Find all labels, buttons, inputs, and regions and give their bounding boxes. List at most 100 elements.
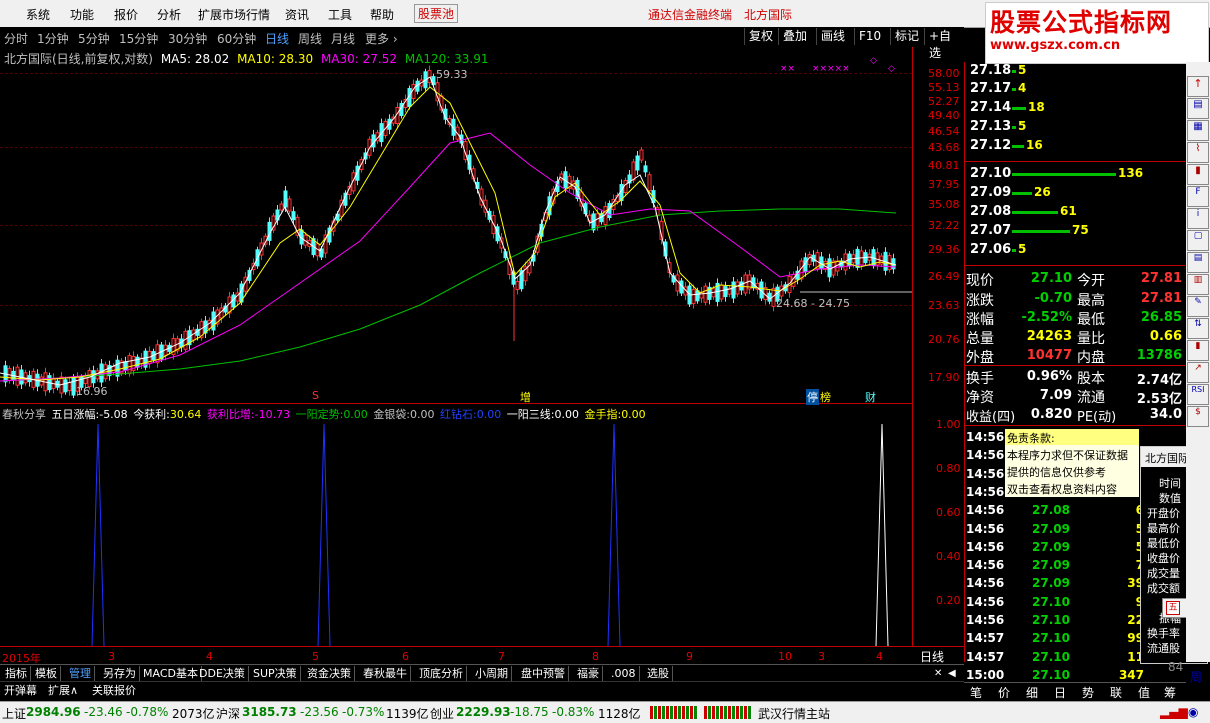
tool-icon[interactable]: ✎ bbox=[1187, 296, 1209, 317]
bottom-row2 bbox=[0, 681, 964, 698]
quote-label: 量比 bbox=[1077, 331, 1105, 347]
period-more[interactable]: 更多 › bbox=[365, 30, 398, 47]
marker-zeng[interactable]: 增 bbox=[520, 389, 531, 405]
compare-icon[interactable]: ⇅ bbox=[1187, 318, 1209, 339]
bottom-tab[interactable]: 选股 bbox=[644, 666, 673, 681]
danmu-button[interactable]: 开弹幕 bbox=[4, 682, 37, 698]
table-icon[interactable]: ▤ bbox=[1187, 252, 1209, 273]
line-chart-icon[interactable]: ⌇ bbox=[1187, 142, 1209, 163]
period-30min[interactable]: 30分钟 bbox=[168, 30, 207, 47]
stock-pool-button[interactable]: 股票池 bbox=[414, 4, 459, 23]
sz-label[interactable]: 沪深 bbox=[216, 705, 240, 722]
up-arrow-icon[interactable]: ↑ bbox=[1187, 76, 1209, 97]
list-icon[interactable]: ▤ bbox=[1187, 98, 1209, 119]
extend-button[interactable]: 扩展∧ bbox=[48, 682, 78, 698]
period-fenshi[interactable]: 分时 bbox=[4, 30, 28, 47]
buy-price[interactable]: 27.07 bbox=[970, 223, 1011, 238]
marker-s[interactable]: S bbox=[312, 389, 319, 402]
bottom-tab[interactable]: .008 bbox=[608, 666, 640, 681]
tab-xi[interactable]: 细 bbox=[1026, 684, 1038, 701]
bottom-tab[interactable]: 资金决策 bbox=[304, 666, 355, 681]
x-month-label: 5 bbox=[312, 650, 319, 663]
doc-icon[interactable]: ▢ bbox=[1187, 230, 1209, 251]
sell-price[interactable]: 27.17 bbox=[970, 81, 1011, 96]
sell-price[interactable]: 27.14 bbox=[970, 100, 1011, 115]
bottom-tab[interactable]: MACD基本 bbox=[140, 666, 202, 681]
bottom-tab[interactable]: 小周期 bbox=[472, 666, 512, 681]
bottom-tab[interactable]: 模板 bbox=[32, 666, 61, 681]
marker-cai[interactable]: 财 bbox=[865, 389, 876, 405]
bottom-tab[interactable]: SUP决策 bbox=[250, 666, 301, 681]
bottom-tab[interactable]: 春秋最牛 bbox=[360, 666, 411, 681]
tab-bi[interactable]: 笔 bbox=[970, 684, 982, 701]
bottom-tab[interactable]: 管理 bbox=[66, 666, 95, 681]
menu-extended-market[interactable]: 扩展市场行情 bbox=[198, 6, 270, 23]
bottom-tab[interactable]: 另存为 bbox=[100, 666, 140, 681]
close-icon[interactable]: ✕ bbox=[934, 668, 942, 679]
quote-value: 34.0 bbox=[1149, 407, 1182, 422]
fuquan-button[interactable]: 复权 bbox=[744, 28, 777, 45]
vol-icon[interactable]: ▮ bbox=[1187, 340, 1209, 361]
period-60min[interactable]: 60分钟 bbox=[217, 30, 256, 47]
menu-help[interactable]: 帮助 bbox=[370, 6, 394, 23]
tick-price: 27.09 bbox=[1032, 521, 1070, 536]
sell-price[interactable]: 27.13 bbox=[970, 119, 1011, 134]
candle bbox=[731, 281, 736, 299]
tab-ri[interactable]: 日 bbox=[1054, 684, 1066, 701]
sell-price[interactable]: 27.18 bbox=[970, 63, 1011, 78]
tab-chou[interactable]: 筹 bbox=[1164, 684, 1176, 701]
bottom-tab[interactable]: 指标 bbox=[2, 666, 31, 681]
period-15min[interactable]: 15分钟 bbox=[119, 30, 158, 47]
buy-price[interactable]: 27.10 bbox=[970, 166, 1011, 181]
menu-function[interactable]: 功能 bbox=[70, 6, 94, 23]
marker-bang[interactable]: 榜 bbox=[820, 389, 831, 405]
side-label[interactable]: 周 bbox=[1190, 668, 1202, 685]
add-watchlist-button[interactable]: +自选 bbox=[924, 28, 964, 60]
period-weekly[interactable]: 周线 bbox=[298, 30, 322, 47]
range-price-label: 24.68 - 24.75 bbox=[776, 297, 850, 310]
disclaimer-tooltip[interactable]: 免责条款: 本程序力求但不保证数据 提供的信息仅供参考 双击查看权息资料内容 bbox=[1004, 428, 1140, 498]
grid-icon[interactable]: ▦ bbox=[1187, 120, 1209, 141]
tab-jia[interactable]: 价 bbox=[998, 684, 1010, 701]
menu-quote[interactable]: 报价 bbox=[114, 6, 138, 23]
buy-price[interactable]: 27.09 bbox=[970, 185, 1011, 200]
sell-price[interactable]: 27.12 bbox=[970, 138, 1011, 153]
scroll-icon[interactable]: ◀ bbox=[948, 668, 956, 679]
station-name[interactable]: 武汉行情主站 bbox=[758, 705, 830, 722]
trend-icon[interactable]: ↗ bbox=[1187, 362, 1209, 383]
bottom-tab[interactable]: DDE决策 bbox=[196, 666, 249, 681]
draw-line-button[interactable]: 画线 bbox=[816, 28, 849, 45]
tab-lian[interactable]: 联 bbox=[1110, 684, 1122, 701]
period-daily[interactable]: 日线 bbox=[265, 30, 289, 47]
period-5min[interactable]: 5分钟 bbox=[78, 30, 110, 47]
bar-chart-icon[interactable]: ▥ bbox=[1187, 274, 1209, 295]
period-indicator[interactable]: 日线 bbox=[920, 648, 944, 665]
buy-price[interactable]: 27.08 bbox=[970, 204, 1011, 219]
money-icon[interactable]: $ bbox=[1187, 406, 1209, 427]
menu-news[interactable]: 资讯 bbox=[285, 6, 309, 23]
candle-icon[interactable]: ▮ bbox=[1187, 164, 1209, 185]
menu-tools[interactable]: 工具 bbox=[328, 6, 352, 23]
indicator-chart[interactable] bbox=[0, 420, 912, 646]
period-1min[interactable]: 1分钟 bbox=[37, 30, 69, 47]
buy-price[interactable]: 27.06 bbox=[970, 242, 1011, 257]
menu-analysis[interactable]: 分析 bbox=[157, 6, 181, 23]
f10-icon[interactable]: F bbox=[1187, 186, 1209, 207]
rsi-icon[interactable]: RSI bbox=[1187, 384, 1209, 405]
period-monthly[interactable]: 月线 bbox=[331, 30, 355, 47]
related-quote-button[interactable]: 关联报价 bbox=[92, 682, 136, 698]
bottom-tab[interactable]: 盘中预警 bbox=[518, 666, 569, 681]
mark-button[interactable]: 标记 bbox=[890, 28, 923, 45]
bottom-tab[interactable]: 福豪 bbox=[574, 666, 603, 681]
tab-zhi[interactable]: 值 bbox=[1138, 684, 1150, 701]
f10-button[interactable]: F10 bbox=[854, 28, 885, 45]
info-icon[interactable]: i bbox=[1187, 208, 1209, 229]
menu-system[interactable]: 系统 bbox=[26, 6, 50, 23]
marker-ting[interactable]: 停 bbox=[806, 389, 819, 405]
tab-shi[interactable]: 势 bbox=[1082, 684, 1094, 701]
sh-label[interactable]: 上证 bbox=[2, 705, 26, 722]
bottom-tab[interactable]: 顶底分析 bbox=[416, 666, 467, 681]
kline-chart[interactable]: 59.33 16.96 24.68 - 24.75 ×× ××××× ◇ ◇ bbox=[0, 47, 912, 403]
overlay-button[interactable]: 叠加 bbox=[778, 28, 811, 45]
cy-label[interactable]: 创业 bbox=[430, 705, 454, 722]
